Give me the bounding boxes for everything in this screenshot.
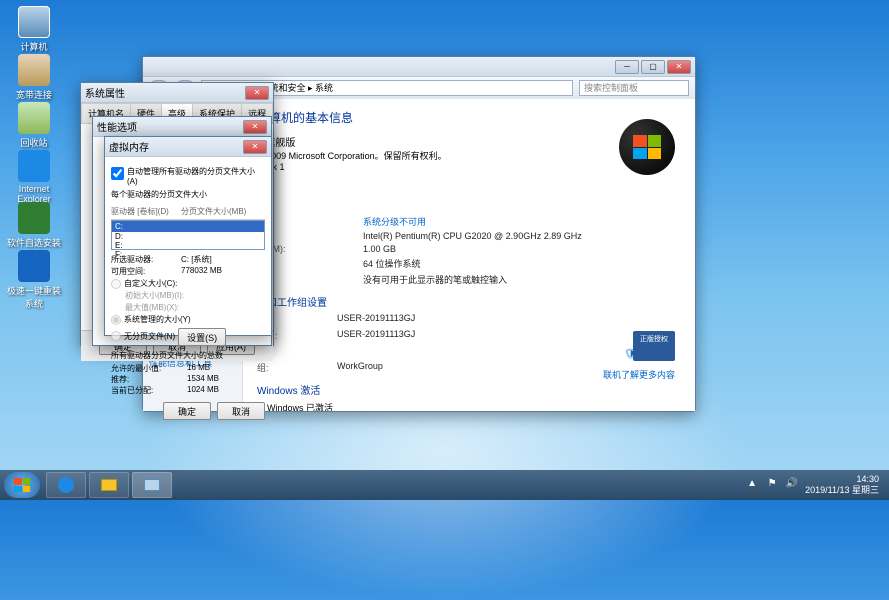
- taskbar-explorer-button[interactable]: [89, 472, 129, 498]
- drive-item: C:: [112, 221, 264, 232]
- maximize-button[interactable]: ▢: [641, 60, 665, 74]
- no-paging-radio[interactable]: 无分页文件(N)设置(S): [111, 326, 265, 346]
- close-button[interactable]: ✕: [243, 120, 267, 134]
- main-content: 计算机的基本信息 7 旗舰版 © 2009 Microsoft Corporat…: [243, 99, 695, 411]
- close-button[interactable]: ✕: [667, 60, 691, 74]
- processor-value: Intel(R) Pentium(R) CPU G2020 @ 2.90GHz …: [363, 231, 582, 241]
- icon-label: 极速一键重装系统: [7, 286, 61, 309]
- desktop-icon-software[interactable]: 软件自选安装: [4, 202, 64, 249]
- computer-name-value: USER-20191113GJ: [337, 313, 415, 326]
- close-button[interactable]: ✕: [245, 86, 269, 100]
- domain-section-head: 域和工作组设置: [257, 294, 681, 309]
- custom-size-radio[interactable]: 自定义大小(C):: [111, 278, 265, 289]
- control-panel-titlebar[interactable]: ─ ▢ ✕: [143, 57, 695, 77]
- icon-label: 宽带连接: [16, 90, 52, 100]
- cancel-button[interactable]: 取消: [217, 402, 265, 420]
- recommended-value: 1534 MB: [187, 374, 219, 385]
- system-type-value: 64 位操作系统: [363, 257, 421, 270]
- windows-logo-icon: [619, 119, 675, 175]
- learn-more-link[interactable]: 联机了解更多内容: [603, 368, 675, 381]
- desktop-icon-computer[interactable]: 计算机: [4, 6, 64, 53]
- icon-label: 软件自选安装: [7, 238, 61, 248]
- edition: 7 旗舰版: [257, 134, 681, 149]
- drive-item: E:: [112, 241, 264, 250]
- taskbar-ie-button[interactable]: [46, 472, 86, 498]
- totals-title: 所有驱动器分页文件大小的总数: [111, 350, 265, 361]
- space-available-value: 778032 MB: [181, 266, 222, 277]
- tray-volume-icon[interactable]: 🔊: [785, 478, 799, 492]
- taskbar-system-button[interactable]: [132, 472, 172, 498]
- pen-touch-value: 没有可用于此显示器的笔或触控输入: [363, 273, 507, 286]
- activation-status: Windows 已激活: [257, 401, 681, 411]
- icon-label: Internet Explorer: [17, 184, 51, 204]
- rating-link[interactable]: 系统分级不可用: [363, 215, 426, 228]
- desktop-icon-recycle[interactable]: 回收站: [4, 102, 64, 149]
- each-drive-label: 每个驱动器的分页文件大小: [111, 189, 265, 200]
- sys-props-titlebar[interactable]: 系统属性 ✕: [81, 83, 273, 103]
- workgroup-value: WorkGroup: [337, 361, 383, 374]
- drive-listbox[interactable]: C: D: E: F:: [111, 220, 265, 250]
- vm-titlebar[interactable]: 虚拟内存 ✕: [105, 137, 271, 157]
- copyright: © 2009 Microsoft Corporation。保留所有权利。: [257, 149, 681, 162]
- dialog-title: 虚拟内存: [109, 139, 149, 154]
- tray-expand-icon[interactable]: ▲: [745, 478, 759, 492]
- clock[interactable]: 14:30 2019/11/13 星期三: [805, 474, 879, 496]
- clock-time: 14:30: [805, 474, 879, 485]
- dialog-title: 性能选项: [97, 119, 137, 134]
- selected-drive-value: C: [系统]: [181, 254, 212, 265]
- minimize-button[interactable]: ─: [615, 60, 639, 74]
- drive-item: D:: [112, 232, 264, 241]
- icon-label: 回收站: [20, 138, 47, 148]
- clock-date: 2019/11/13 星期三: [805, 485, 879, 496]
- service-pack: Pack 1: [257, 162, 681, 172]
- perf-opts-titlebar[interactable]: 性能选项 ✕: [93, 117, 271, 137]
- min-allowed-value: 16 MB: [187, 363, 210, 374]
- start-button[interactable]: [4, 472, 40, 498]
- desktop-icon-ie[interactable]: Internet Explorer: [4, 150, 64, 204]
- taskbar: ▲ ⚑ 🔊 14:30 2019/11/13 星期三: [0, 470, 889, 500]
- desktop-icon-reinstall[interactable]: 极速一键重装系统: [4, 250, 64, 310]
- genuine-badge-icon: 正版授权: [633, 331, 675, 361]
- virtual-memory-dialog: 虚拟内存 ✕ 自动管理所有驱动器的分页文件大小(A) 每个驱动器的分页文件大小 驱…: [104, 136, 272, 336]
- desktop-icon-network[interactable]: 宽带连接: [4, 54, 64, 101]
- col-size: 分页文件大小(MB): [181, 206, 246, 217]
- full-name-value: USER-20191113GJ: [337, 329, 415, 342]
- system-tray: ▲ ⚑ 🔊 14:30 2019/11/13 星期三: [745, 474, 885, 496]
- current-allocated-value: 1024 MB: [187, 385, 219, 396]
- set-button[interactable]: 设置(S): [178, 328, 226, 346]
- col-drive: 驱动器 [卷标](D): [111, 206, 181, 217]
- ram-value: 1.00 GB: [363, 244, 396, 254]
- auto-manage-checkbox[interactable]: 自动管理所有驱动器的分页文件大小(A): [111, 166, 265, 186]
- search-input[interactable]: 搜索控制面板: [579, 80, 689, 96]
- page-heading: 计算机的基本信息: [257, 109, 681, 126]
- ok-button[interactable]: 确定: [163, 402, 211, 420]
- close-button[interactable]: ✕: [243, 140, 267, 154]
- dialog-title: 系统属性: [85, 85, 125, 100]
- icon-label: 计算机: [20, 42, 47, 52]
- system-managed-radio[interactable]: 系统管理的大小(Y): [111, 314, 265, 325]
- activation-head: Windows 激活: [257, 382, 681, 397]
- tray-flag-icon[interactable]: ⚑: [765, 478, 779, 492]
